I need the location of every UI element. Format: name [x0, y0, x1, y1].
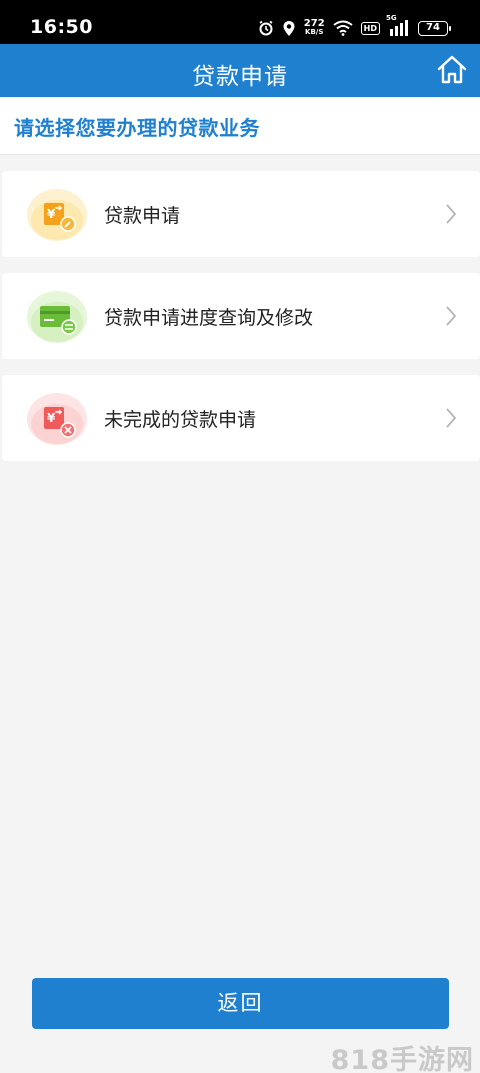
section-header-text: 请选择您要办理的贷款业务	[14, 116, 260, 140]
app-header: 贷款申请	[0, 44, 480, 97]
watermark: 818手游网	[330, 1045, 474, 1073]
status-icons: 272 KB/S HD 5G 74	[258, 14, 451, 39]
chevron-right-icon	[444, 305, 458, 327]
location-icon	[282, 20, 296, 37]
page-title: 贷款申请	[192, 64, 288, 90]
signal-icon: 5G	[386, 14, 410, 36]
net-speed-unit: KB/S	[305, 28, 324, 36]
menu-item-progress-query[interactable]: 贷款申请进度查询及修改	[2, 273, 480, 359]
svg-text:¥: ¥	[47, 207, 56, 221]
alarm-icon	[258, 20, 274, 36]
menu-item-label: 贷款申请	[104, 205, 181, 227]
home-icon	[437, 55, 467, 84]
net-speed: 272 KB/S	[304, 19, 325, 37]
back-button[interactable]: 返回	[32, 978, 449, 1029]
menu-item-loan-apply[interactable]: ¥ 贷款申请	[2, 171, 480, 257]
signal-label: 5G	[386, 14, 397, 22]
svg-text:¥: ¥	[47, 411, 56, 425]
status-time: 16:50	[30, 16, 93, 38]
section-header: 请选择您要办理的贷款业务	[0, 97, 480, 155]
hd-badge: HD	[360, 21, 380, 35]
loan-apply-icon: ¥	[26, 184, 88, 244]
net-speed-value: 272	[303, 18, 325, 29]
menu-item-label: 未完成的贷款申请	[104, 409, 257, 431]
chevron-right-icon	[444, 407, 458, 429]
loan-cancel-icon: ¥	[26, 388, 88, 448]
home-button[interactable]	[436, 54, 468, 86]
status-bar: 16:50 272 KB/S HD 5G 74	[0, 0, 480, 44]
wifi-icon	[333, 20, 353, 36]
battery-indicator: 74	[418, 20, 451, 36]
chevron-right-icon	[444, 203, 458, 225]
menu-item-unfinished[interactable]: ¥ 未完成的贷款申请	[2, 375, 480, 461]
menu-item-label: 贷款申请进度查询及修改	[104, 307, 314, 329]
loan-card-edit-icon	[26, 286, 88, 346]
